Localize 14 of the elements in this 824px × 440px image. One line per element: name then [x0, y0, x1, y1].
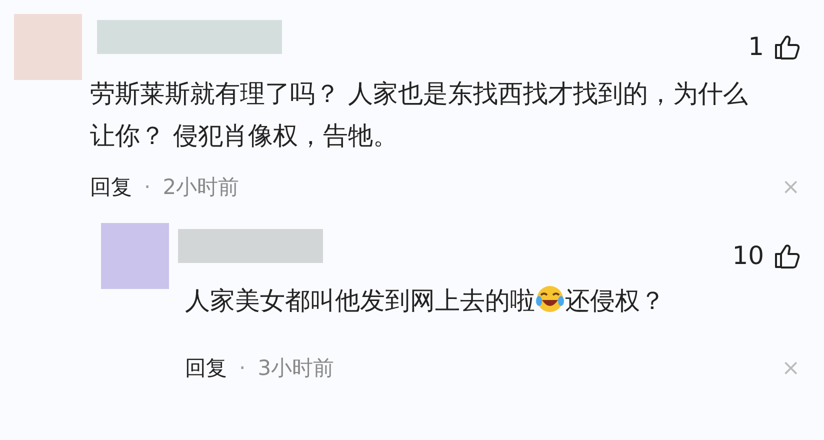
timestamp: 3小时前 [258, 355, 334, 382]
separator-dot: · [144, 175, 151, 199]
comment-text: 劳斯莱斯就有理了吗？ 人家也是东找西找才找到的，为什么让你？ 侵犯肖像权，告牠。 [90, 79, 748, 150]
timestamp: 2小时前 [162, 174, 240, 201]
like-count: 1 [748, 32, 764, 61]
reply-link[interactable]: 回复 [90, 173, 132, 201]
laughing-face-icon [535, 284, 565, 314]
reply-link[interactable]: 回复 [185, 354, 227, 382]
separator-dot: · [239, 356, 246, 380]
comment-text: 还侵权？ [565, 286, 665, 315]
thumbs-up-icon[interactable] [774, 242, 800, 268]
like-count: 10 [732, 241, 764, 270]
thumbs-up-icon[interactable] [774, 34, 800, 60]
comment-text: 人家美女都叫他发到网上去的啦 [185, 286, 535, 315]
